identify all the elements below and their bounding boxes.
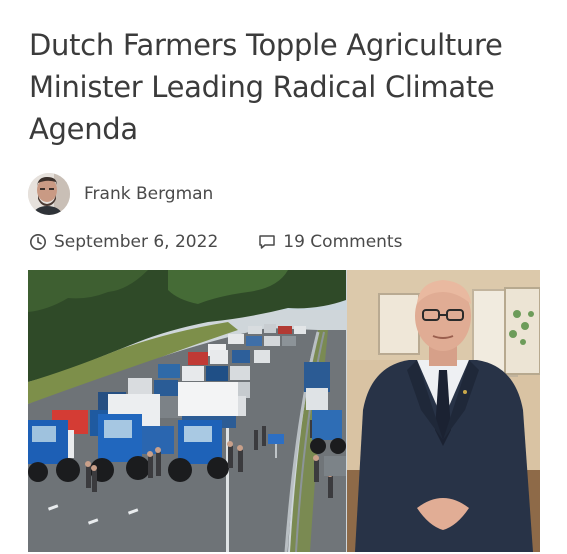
comments-link[interactable]: 19 Comments <box>258 232 402 252</box>
minister-portrait-photo <box>347 270 540 552</box>
featured-image[interactable] <box>28 270 540 552</box>
article: Dutch Farmers Topple Agriculture Ministe… <box>0 0 567 554</box>
tractor-protest-highway-photo <box>28 270 346 552</box>
post-meta: September 6, 2022 19 Comments <box>29 229 402 255</box>
author-avatar[interactable] <box>28 173 70 215</box>
post-date-text: September 6, 2022 <box>54 232 219 252</box>
author-byline: Frank Bergman <box>28 172 213 216</box>
clock-icon <box>29 233 47 251</box>
person-avatar-icon <box>28 173 70 215</box>
speech-bubble-icon <box>258 233 276 251</box>
author-name[interactable]: Frank Bergman <box>84 184 213 204</box>
article-title[interactable]: Dutch Farmers Topple Agriculture Ministe… <box>29 24 549 150</box>
comments-count-text[interactable]: 19 Comments <box>283 232 402 252</box>
post-date: September 6, 2022 <box>29 232 218 252</box>
